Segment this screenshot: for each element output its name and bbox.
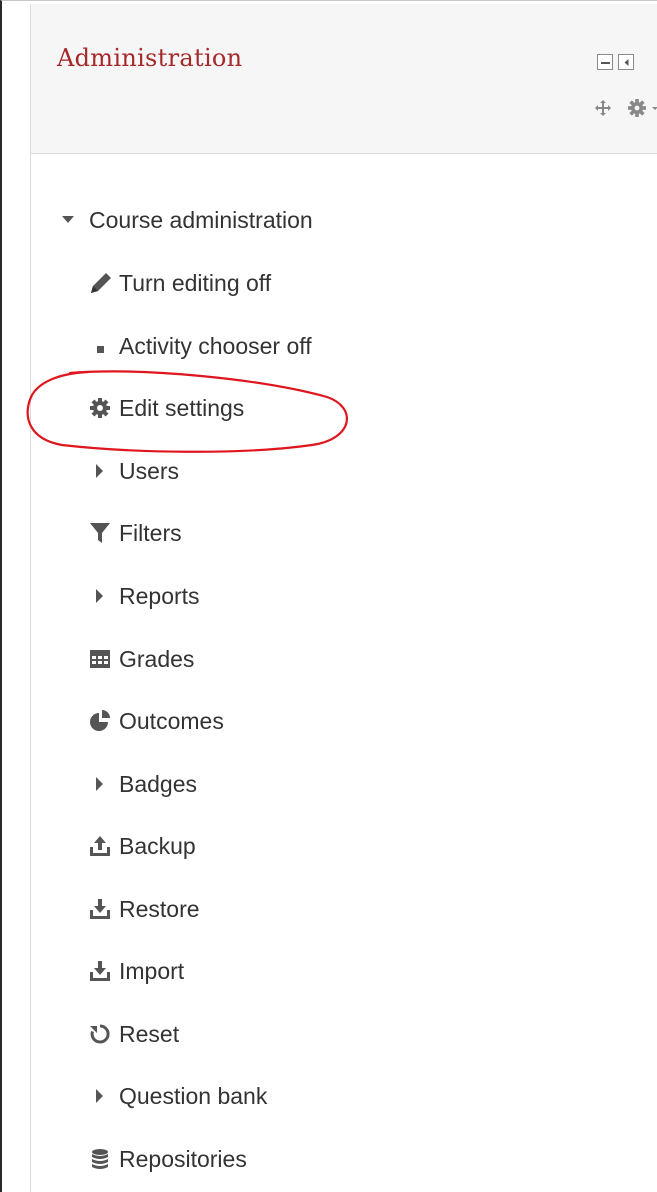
database-icon <box>88 1147 114 1171</box>
caret-right-icon <box>88 459 114 483</box>
minus-box-icon <box>601 62 610 64</box>
dock-block-button[interactable] <box>618 54 634 70</box>
refresh-icon <box>88 1022 114 1046</box>
download-icon <box>88 959 114 983</box>
administration-block: Administration Course administration Tur… <box>0 0 657 1192</box>
caret-down-icon <box>58 208 84 232</box>
nav-item-label: Turn editing off <box>119 269 272 296</box>
nav-item-label: Import <box>119 957 185 984</box>
section-course-administration[interactable]: Course administration <box>58 205 313 235</box>
nav-item-label: Restore <box>119 895 200 922</box>
nav-item-label: Activity chooser off <box>119 332 312 359</box>
nav-item-turn-editing-off[interactable]: Turn editing off <box>88 268 271 298</box>
nav-item-label: Question bank <box>119 1082 268 1109</box>
nav-item-reports[interactable]: Reports <box>88 581 200 611</box>
nav-item-label: Badges <box>119 770 198 797</box>
nav-item-label: Reset <box>119 1020 180 1047</box>
nav-item-import[interactable]: Import <box>88 956 184 986</box>
upload-icon <box>88 834 114 858</box>
block-header: Administration <box>30 4 657 154</box>
table-icon <box>88 647 114 671</box>
block-content: Course administration Turn editing off A… <box>30 154 657 1192</box>
nav-item-restore[interactable]: Restore <box>88 894 200 924</box>
nav-item-label: Outcomes <box>119 707 224 734</box>
nav-item-edit-settings[interactable]: Edit settings <box>88 393 244 423</box>
section-label: Course administration <box>89 206 313 233</box>
nav-item-backup[interactable]: Backup <box>88 831 196 861</box>
nav-item-filters[interactable]: Filters <box>88 518 182 548</box>
nav-item-activity-chooser-off[interactable]: Activity chooser off <box>88 331 312 361</box>
pie-chart-icon <box>88 709 114 733</box>
nav-item-reset[interactable]: Reset <box>88 1019 179 1049</box>
nav-item-label: Backup <box>119 832 196 859</box>
nav-item-users[interactable]: Users <box>88 456 179 486</box>
nav-item-question-bank[interactable]: Question bank <box>88 1081 267 1111</box>
square-bullet-icon <box>88 334 114 358</box>
caret-right-icon <box>88 772 114 796</box>
dock-arrow-icon <box>624 59 629 66</box>
gear-icon <box>88 396 114 420</box>
nav-item-grades[interactable]: Grades <box>88 644 194 674</box>
pencil-icon <box>88 271 114 295</box>
nav-item-label: Grades <box>119 645 195 672</box>
nav-item-label: Edit settings <box>119 394 245 421</box>
gear-menu-icon[interactable] <box>628 98 657 118</box>
block-title: Administration <box>57 44 243 72</box>
hide-block-button[interactable] <box>597 54 613 70</box>
nav-item-outcomes[interactable]: Outcomes <box>88 706 224 736</box>
filter-icon <box>88 521 114 545</box>
move-icon[interactable] <box>594 99 612 117</box>
nav-item-repositories[interactable]: Repositories <box>88 1144 247 1174</box>
nav-item-label: Users <box>119 457 180 484</box>
nav-item-badges[interactable]: Badges <box>88 769 197 799</box>
caret-right-icon <box>88 1084 114 1108</box>
download-icon <box>88 897 114 921</box>
nav-item-label: Reports <box>119 582 200 609</box>
nav-item-label: Repositories <box>119 1145 247 1172</box>
nav-item-label: Filters <box>119 519 182 546</box>
caret-right-icon <box>88 584 114 608</box>
